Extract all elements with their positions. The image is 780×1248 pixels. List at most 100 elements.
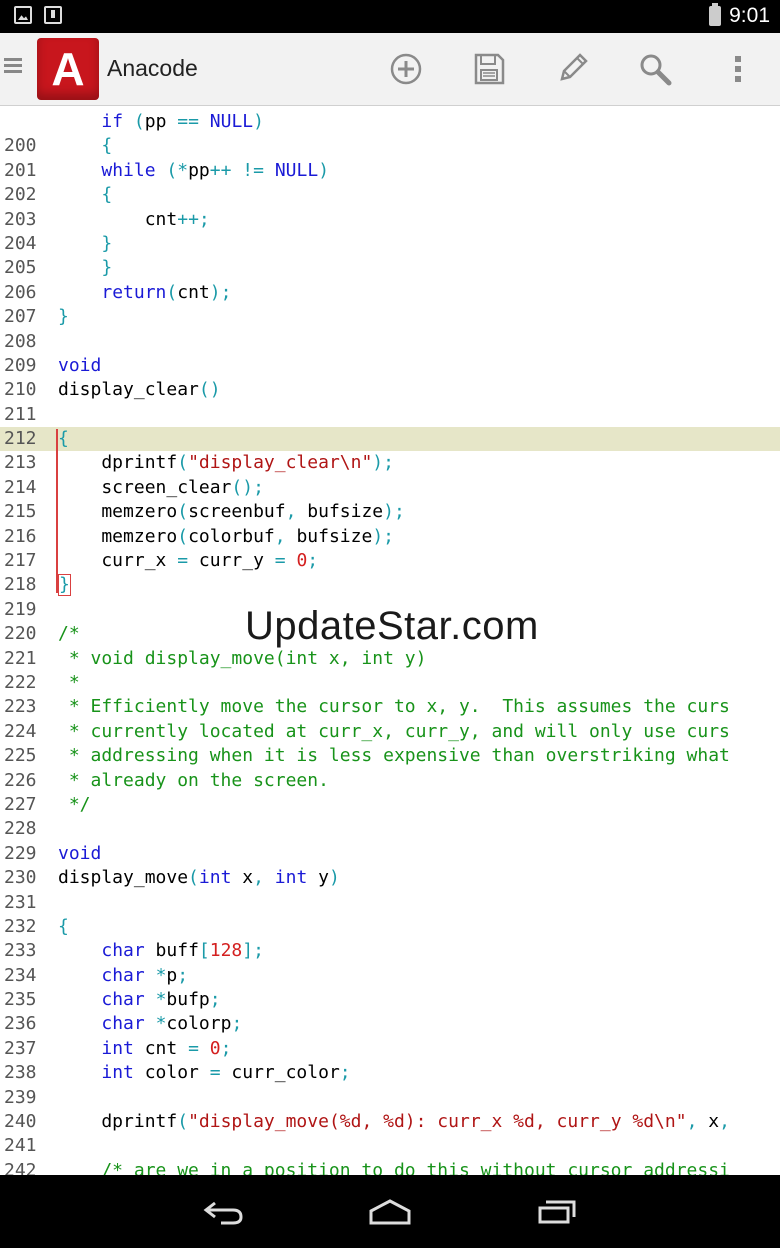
code-line[interactable]: 214 screen_clear();	[0, 476, 780, 500]
code-line[interactable]: 203 cnt++;	[0, 208, 780, 232]
line-number: 233	[4, 940, 37, 962]
code-line[interactable]: 205 }	[0, 256, 780, 280]
code-line[interactable]: 241	[0, 1134, 780, 1158]
line-text: /* are we in a position to do this witho…	[58, 1159, 730, 1175]
navigation-bar	[0, 1175, 780, 1248]
line-text: char buff[128];	[101, 940, 264, 962]
code-line[interactable]: 228	[0, 817, 780, 841]
save-icon	[474, 53, 505, 85]
line-text: int color = curr_color;	[101, 1062, 351, 1084]
line-number: 220	[4, 623, 37, 645]
line-number: 202	[4, 184, 37, 206]
line-text: return(cnt);	[101, 281, 232, 303]
code-line[interactable]: if (pp == NULL)	[0, 110, 780, 134]
add-icon	[390, 53, 422, 85]
line-text: }	[101, 232, 113, 254]
drawer-icon[interactable]	[4, 58, 22, 78]
line-text: dprintf("display_move(%d, %d): curr_x %d…	[58, 1111, 730, 1133]
line-text: screen_clear();	[58, 476, 264, 498]
line-text: * void display_move(int x, int y)	[58, 647, 427, 669]
line-number: 232	[4, 915, 37, 937]
line-text: }	[101, 257, 113, 279]
line-text: /*	[58, 623, 80, 645]
code-line[interactable]: 224 * currently located at curr_x, curr_…	[0, 720, 780, 744]
code-line[interactable]: 227 */	[0, 793, 780, 817]
line-number: 218	[4, 574, 37, 596]
new-file-button[interactable]	[384, 47, 428, 91]
code-line[interactable]: 232 {	[0, 915, 780, 939]
line-text: {	[101, 184, 113, 206]
line-text: */	[58, 793, 91, 815]
code-line[interactable]: 221 * void display_move(int x, int y)	[0, 647, 780, 671]
code-line[interactable]: 234 char *p;	[0, 964, 780, 988]
code-line[interactable]: 200 {	[0, 134, 780, 158]
line-number: 235	[4, 989, 37, 1011]
code-line[interactable]: 237 int cnt = 0;	[0, 1037, 780, 1061]
line-number: 213	[4, 452, 37, 474]
download-notification-icon	[44, 6, 62, 24]
line-text: char *p;	[101, 964, 189, 986]
code-line[interactable]: 235 char *bufp;	[0, 988, 780, 1012]
line-number: 216	[4, 525, 37, 547]
code-line[interactable]: 215 memzero(screenbuf, bufsize);	[0, 500, 780, 524]
app-logo[interactable]: A	[37, 38, 99, 100]
back-button[interactable]	[194, 1193, 254, 1231]
code-line[interactable]: 204 }	[0, 232, 780, 256]
code-line[interactable]: 202 {	[0, 183, 780, 207]
code-line[interactable]: 213 dprintf("display_clear\n");	[0, 451, 780, 475]
line-text: if (pp == NULL)	[101, 111, 264, 132]
action-bar: A Anacode	[0, 33, 780, 106]
save-button[interactable]	[467, 47, 511, 91]
code-line[interactable]: 216 memzero(colorbuf, bufsize);	[0, 525, 780, 549]
line-number: 208	[4, 330, 37, 352]
overflow-menu-button[interactable]	[716, 47, 760, 91]
overflow-menu-icon	[735, 56, 741, 82]
line-text: * Efficiently move the cursor to x, y. T…	[58, 696, 730, 718]
code-line[interactable]: 209 void	[0, 354, 780, 378]
line-number: 215	[4, 501, 37, 523]
code-line[interactable]: 223 * Efficiently move the cursor to x, …	[0, 695, 780, 719]
code-line[interactable]: 242 /* are we in a position to do this w…	[0, 1159, 780, 1175]
code-line[interactable]: 231	[0, 891, 780, 915]
line-number: 234	[4, 964, 37, 986]
code-line[interactable]: 212 {	[0, 427, 780, 452]
code-line[interactable]: 206 return(cnt);	[0, 281, 780, 305]
line-text: while (*pp++ != NULL)	[101, 159, 330, 181]
code-line[interactable]: 236 char *colorp;	[0, 1012, 780, 1036]
code-line[interactable]: 226 * already on the screen.	[0, 769, 780, 793]
code-line[interactable]: 225 * addressing when it is less expensi…	[0, 744, 780, 768]
code-line[interactable]: 218}	[0, 573, 780, 597]
code-line[interactable]: 208	[0, 330, 780, 354]
code-line[interactable]: 229 void	[0, 842, 780, 866]
code-line[interactable]: 240 dprintf("display_move(%d, %d): curr_…	[0, 1110, 780, 1134]
code-line[interactable]: 233 char buff[128];	[0, 939, 780, 963]
line-number: 223	[4, 696, 37, 718]
line-number: 237	[4, 1037, 37, 1059]
line-text: void	[58, 842, 102, 864]
code-line[interactable]: 239	[0, 1086, 780, 1110]
code-line[interactable]: 217 curr_x = curr_y = 0;	[0, 549, 780, 573]
line-text: cnt++;	[58, 208, 210, 230]
line-text: int cnt = 0;	[101, 1037, 232, 1059]
search-button[interactable]	[633, 47, 677, 91]
line-number: 209	[4, 354, 37, 376]
line-number: 225	[4, 745, 37, 767]
line-text: display_clear()	[58, 379, 221, 401]
home-button[interactable]	[360, 1193, 420, 1231]
recent-apps-button[interactable]	[527, 1193, 587, 1231]
code-line[interactable]: 222 *	[0, 671, 780, 695]
edit-button[interactable]	[550, 47, 594, 91]
code-line[interactable]: 207}	[0, 305, 780, 329]
line-text: dprintf("display_clear\n");	[58, 452, 394, 474]
code-line[interactable]: 201 while (*pp++ != NULL)	[0, 159, 780, 183]
line-number: 240	[4, 1111, 37, 1133]
line-number: 238	[4, 1062, 37, 1084]
code-line[interactable]: 211	[0, 403, 780, 427]
line-text: memzero(screenbuf, bufsize);	[58, 501, 405, 523]
line-text: * currently located at curr_x, curr_y, a…	[58, 720, 730, 742]
line-number: 239	[4, 1086, 37, 1108]
code-line[interactable]: 230 display_move(int x, int y)	[0, 866, 780, 890]
code-line[interactable]: 238 int color = curr_color;	[0, 1061, 780, 1085]
code-line[interactable]: 210 display_clear()	[0, 378, 780, 402]
line-number: 204	[4, 232, 37, 254]
